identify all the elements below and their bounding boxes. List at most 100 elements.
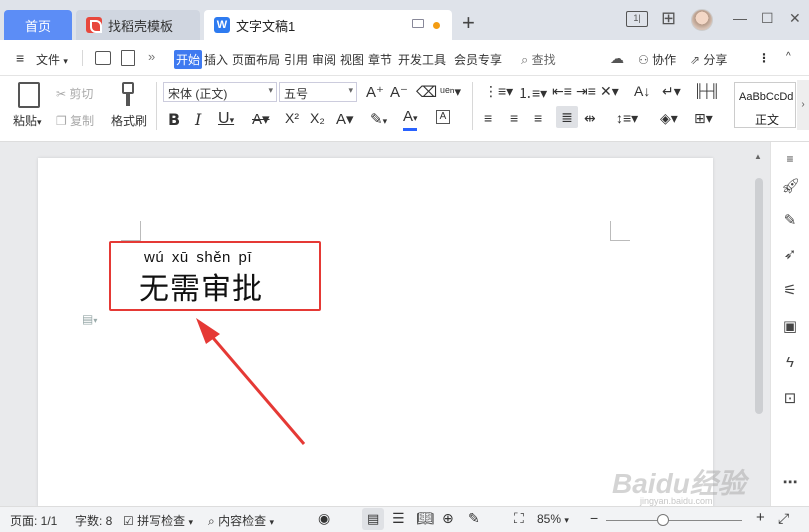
menu-review[interactable]: 审阅 (312, 51, 336, 68)
more-quick-access-button[interactable]: » (148, 49, 155, 64)
content-check-button[interactable]: ⌕ 内容检查 ▾ (208, 512, 274, 529)
cut-button[interactable]: ✂ 剪切 (56, 85, 93, 102)
word-count[interactable]: 字数: 8 (75, 512, 112, 529)
menu-chapter[interactable]: 章节 (368, 51, 392, 68)
grow-font-icon[interactable]: A⁺ (366, 83, 384, 101)
italic-button[interactable]: I (195, 110, 201, 129)
chinese-layout-icon[interactable]: ✕▾ (600, 83, 619, 100)
ruler-icon[interactable]: ╟┼╢ (694, 83, 720, 98)
save-icon[interactable] (95, 51, 111, 65)
monitor-icon[interactable] (412, 19, 424, 28)
book-search-icon[interactable]: ⊡ (781, 390, 799, 408)
collab-button[interactable]: ⚇ 协作 (638, 51, 676, 68)
search-button[interactable]: ⌕ 查找 (521, 51, 556, 68)
menu-home[interactable]: 开始 (174, 50, 203, 69)
format-painter-button[interactable]: 格式刷 (111, 112, 147, 129)
highlight-icon[interactable]: ✎▾ (370, 110, 387, 128)
menu-member[interactable]: 会员专享 (454, 51, 502, 68)
tab-document[interactable]: W 文字文稿1 (204, 10, 452, 40)
format-painter-icon[interactable] (120, 82, 136, 108)
show-marks-icon[interactable]: ↵▾ (662, 83, 681, 100)
strikethrough-icon[interactable]: A▾ (252, 110, 270, 128)
web-view-icon[interactable]: ⊕ (442, 510, 454, 527)
borders-icon[interactable]: ⊞▾ (694, 110, 713, 127)
menu-references[interactable]: 引用 (284, 51, 308, 68)
align-center-icon[interactable]: ≡ (510, 110, 518, 126)
menu-developer[interactable]: 开发工具 (398, 51, 446, 68)
spell-check-button[interactable]: ☑ 拼写检查 ▾ (123, 512, 193, 529)
window-layout-icon[interactable]: 1| (626, 11, 648, 27)
collapse-panel-icon[interactable]: ≡ (781, 150, 799, 168)
bullet-list-icon[interactable]: ⋮≡▾ (484, 83, 513, 100)
eye-protection-icon[interactable]: ◉ (318, 510, 330, 527)
document-text[interactable]: 无需审批 (139, 264, 263, 308)
pen-icon[interactable]: ✎ (781, 212, 799, 230)
font-size-select[interactable]: 五号 ▾ (279, 82, 357, 102)
reading-view-icon[interactable]: 📖︎ (416, 510, 434, 527)
align-right-icon[interactable]: ≡ (534, 110, 542, 126)
shading-icon[interactable]: ◈▾ (660, 110, 678, 127)
style-normal[interactable]: AaBbCcDd 正文 (734, 82, 796, 128)
cursor-icon[interactable]: ➶ (781, 246, 799, 264)
paste-button[interactable]: 粘贴▾ (13, 112, 42, 129)
zoom-slider-knob[interactable] (657, 514, 669, 526)
clear-format-icon[interactable]: ⌫ (416, 83, 437, 101)
text-effect-icon[interactable]: A▾ (336, 110, 354, 128)
ribbon-scroll-right-button[interactable]: › (797, 80, 809, 130)
rocket-icon[interactable]: 🚀︎ (781, 178, 800, 196)
increase-indent-icon[interactable]: ⇥≡ (576, 83, 596, 100)
share-button[interactable]: ⇗ 分享 (690, 51, 727, 68)
menu-file[interactable]: 文件 ▾ (36, 51, 68, 68)
font-name-select[interactable]: 宋体 (正文) ▾ (163, 82, 277, 102)
hamburger-icon[interactable]: ≡ (16, 50, 24, 66)
tab-home[interactable]: 首页 (4, 10, 72, 40)
close-button[interactable]: ✕ (789, 10, 801, 27)
paste-icon[interactable] (18, 82, 40, 108)
tab-template[interactable]: 找稻壳模板 (76, 10, 200, 40)
cloud-sync-icon[interactable]: ☁ (610, 50, 624, 67)
image-check-icon[interactable]: ▣ (781, 318, 799, 336)
justify-icon[interactable]: ≣ (556, 106, 578, 128)
minimize-button[interactable]: — (733, 10, 747, 26)
lightning-icon[interactable]: ϟ (781, 354, 799, 372)
underline-button[interactable]: U▾ (218, 110, 234, 128)
zoom-in-button[interactable]: + (756, 509, 765, 526)
document-page[interactable] (38, 158, 713, 508)
character-border-icon[interactable]: A (436, 110, 450, 124)
align-left-icon[interactable]: ≡ (484, 110, 492, 126)
write-view-icon[interactable]: ✎ (468, 510, 480, 527)
page-view-button[interactable]: ▤ (362, 508, 384, 530)
export-pdf-icon[interactable] (121, 50, 135, 66)
new-tab-button[interactable]: + (462, 12, 475, 34)
avatar[interactable] (691, 9, 713, 31)
scroll-up-icon[interactable]: ▲ (754, 152, 762, 161)
line-spacing-icon[interactable]: ↕≡▾ (616, 110, 638, 127)
paragraph-layout-icon[interactable]: ▤▾ (82, 312, 97, 326)
zoom-level[interactable]: 85% ▾ (537, 512, 569, 526)
superscript-button[interactable]: X² (285, 110, 299, 126)
outline-view-icon[interactable]: ☰ (392, 510, 405, 527)
page-indicator[interactable]: 页面: 1/1 (10, 512, 57, 529)
fullscreen-icon[interactable]: ⤢ (778, 510, 789, 527)
phonetic-guide-icon[interactable]: ᵘᵉⁿ▾ (440, 84, 461, 100)
menu-view[interactable]: 视图 (340, 51, 364, 68)
shrink-font-icon[interactable]: A⁻ (390, 83, 408, 101)
sliders-icon[interactable]: ⚟ (781, 282, 799, 300)
menu-insert[interactable]: 插入 (204, 51, 228, 68)
menu-page-layout[interactable]: 页面布局 (232, 51, 280, 68)
distribute-icon[interactable]: ⇹ (584, 110, 596, 127)
sort-icon[interactable]: A↓ (634, 83, 650, 99)
apps-grid-icon[interactable]: ⊞ (661, 8, 676, 29)
zoom-slider[interactable] (606, 520, 742, 521)
zoom-out-button[interactable]: − (590, 510, 598, 526)
more-options-button[interactable]: ⋮ (758, 51, 770, 65)
decrease-indent-icon[interactable]: ⇤≡ (552, 83, 572, 100)
scrollbar-thumb[interactable] (755, 178, 763, 414)
font-color-icon[interactable]: A▾ (403, 108, 418, 131)
more-panel-icon[interactable]: ⋯ (781, 474, 799, 492)
numbered-list-icon[interactable]: ⒈≡▾ (518, 83, 547, 103)
bold-button[interactable]: B (168, 110, 180, 129)
copy-button[interactable]: ❐ 复制 (56, 112, 94, 129)
fit-page-icon[interactable]: ⛶ (514, 510, 524, 527)
vertical-scrollbar[interactable]: ▲ (752, 150, 766, 500)
